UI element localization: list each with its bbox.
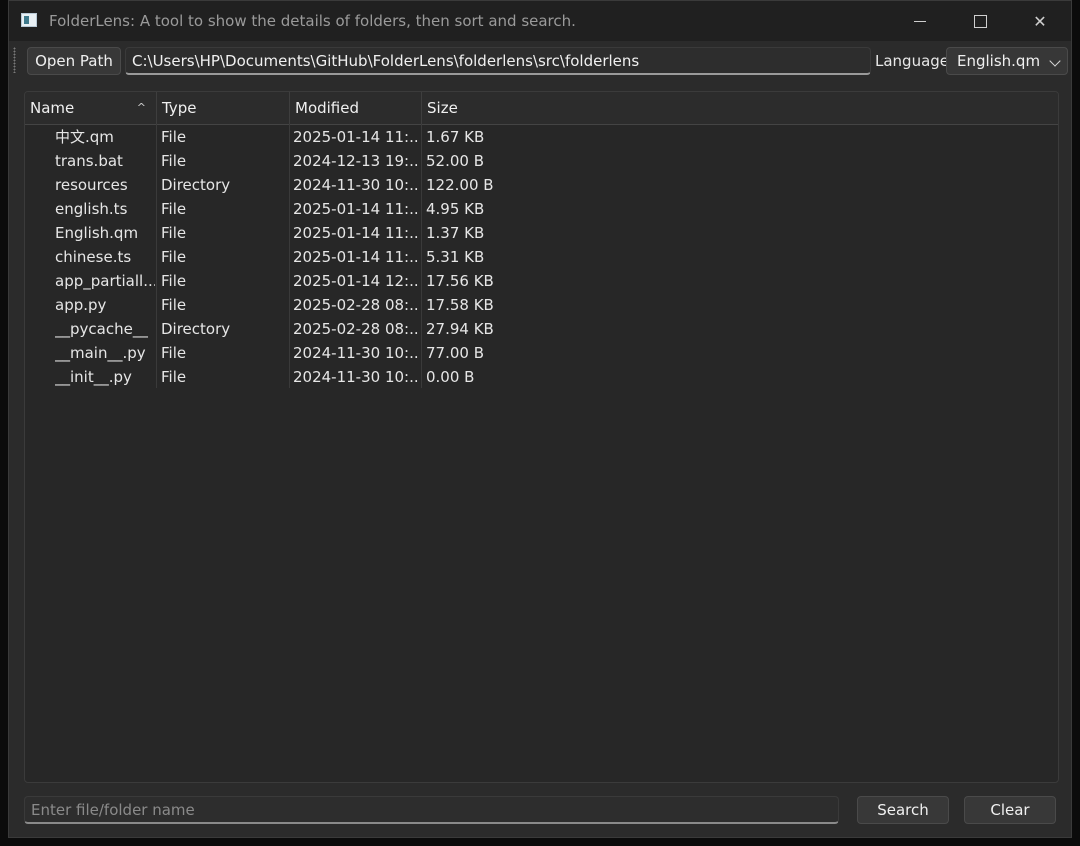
cell-size: 17.56 KB: [426, 272, 494, 290]
minimize-icon: [914, 20, 926, 22]
clear-button[interactable]: Clear: [964, 796, 1056, 824]
app-window: FolderLens: A tool to show the details o…: [8, 0, 1072, 838]
cell-size: 4.95 KB: [426, 200, 485, 218]
window-title: FolderLens: A tool to show the details o…: [49, 12, 576, 30]
cell-name: app.py: [55, 296, 107, 314]
toolbar-grip-handle[interactable]: [13, 47, 16, 73]
cell-name: 中文.qm: [55, 128, 114, 146]
cell-name: __main__.py: [55, 344, 146, 362]
table-header: Name ^ Type Modified Size: [25, 92, 1058, 125]
cell-size: 27.94 KB: [426, 320, 494, 338]
cell-size: 52.00 B: [426, 152, 485, 170]
table-row[interactable]: __pycache__ Directory 2025-02-28 08:... 27.…: [25, 317, 1058, 341]
cell-type: File: [161, 272, 187, 290]
column-header-modified[interactable]: Modified: [290, 92, 422, 124]
table-row[interactable]: __main__.py File 2024-11-30 10:... 77.00 B: [25, 341, 1058, 365]
table-row[interactable]: __init__.py File 2024-11-30 10:... 0.00 B: [25, 365, 1058, 389]
cell-type: File: [161, 152, 187, 170]
language-selected-value: English.qm: [957, 52, 1041, 70]
cell-name: trans.bat: [55, 152, 123, 170]
open-path-button[interactable]: Open Path: [27, 47, 121, 75]
cell-modified: 2024-12-13 19:...: [293, 152, 419, 170]
close-button[interactable]: ✕: [1009, 1, 1071, 41]
table-row[interactable]: resources Directory 2024-11-30 10:... 122.0…: [25, 173, 1058, 197]
cell-modified: 2025-01-14 11:...: [293, 128, 419, 146]
cell-modified: 2025-02-28 08:...: [293, 320, 419, 338]
cell-type: File: [161, 248, 187, 266]
cell-size: 5.31 KB: [426, 248, 485, 266]
search-input[interactable]: [24, 796, 839, 824]
cell-name: __pycache__: [55, 320, 148, 338]
table-row[interactable]: app.py File 2025-02-28 08:... 17.58 KB: [25, 293, 1058, 317]
cell-type: File: [161, 368, 187, 386]
cell-name: English.qm: [55, 224, 139, 242]
table-row[interactable]: trans.bat File 2024-12-13 19:... 52.00 B: [25, 149, 1058, 173]
title-bar: FolderLens: A tool to show the details o…: [9, 1, 1071, 41]
cell-type: File: [161, 296, 187, 314]
cell-type: File: [161, 344, 187, 362]
close-icon: ✕: [1033, 11, 1047, 31]
cell-modified: 2025-02-28 08:...: [293, 296, 419, 314]
cell-type: Directory: [161, 176, 231, 194]
table-row[interactable]: chinese.ts File 2025-01-14 11:... 5.31 KB: [25, 245, 1058, 269]
file-table: Name ^ Type Modified Size 中文.qm File 2025-…: [24, 91, 1059, 783]
cell-modified: 2025-01-14 12:...: [293, 272, 419, 290]
cell-type: File: [161, 224, 187, 242]
cell-size: 122.00 B: [426, 176, 494, 194]
path-input[interactable]: [125, 47, 871, 75]
table-row[interactable]: 中文.qm File 2025-01-14 11:... 1.67 KB: [25, 125, 1058, 149]
table-row[interactable]: English.qm File 2025-01-14 11:... 1.37 KB: [25, 221, 1058, 245]
maximize-icon: [973, 14, 987, 28]
cell-size: 0.00 B: [426, 368, 475, 386]
cell-size: 1.67 KB: [426, 128, 485, 146]
maximize-button[interactable]: [949, 1, 1011, 41]
cell-size: 17.58 KB: [426, 296, 494, 314]
cell-type: Directory: [161, 320, 231, 338]
language-label: Language: [875, 52, 950, 70]
cell-modified: 2024-11-30 10:...: [293, 344, 419, 362]
search-button[interactable]: Search: [857, 796, 949, 824]
cell-modified: 2025-01-14 11:...: [293, 224, 419, 242]
cell-modified: 2024-11-30 10:...: [293, 368, 419, 386]
table-row[interactable]: app_partiall... File 2025-01-14 12:... 17.5…: [25, 269, 1058, 293]
cell-type: File: [161, 128, 187, 146]
language-select[interactable]: English.qm: [946, 47, 1068, 75]
sort-ascending-icon: ^: [136, 101, 146, 114]
app-icon: [21, 13, 37, 27]
cell-name: chinese.ts: [55, 248, 132, 266]
cell-modified: 2025-01-14 11:...: [293, 200, 419, 218]
column-header-name[interactable]: Name ^: [25, 92, 157, 124]
cell-modified: 2025-01-14 11:...: [293, 248, 419, 266]
cell-modified: 2024-11-30 10:...: [293, 176, 419, 194]
cell-name: resources: [55, 176, 128, 194]
cell-name: app_partiall...: [55, 272, 155, 290]
column-header-type[interactable]: Type: [157, 92, 290, 124]
table-row[interactable]: english.ts File 2025-01-14 11:... 4.95 KB: [25, 197, 1058, 221]
cell-type: File: [161, 200, 187, 218]
cell-size: 77.00 B: [426, 344, 485, 362]
chevron-down-icon: [1049, 55, 1061, 67]
minimize-button[interactable]: [889, 1, 951, 41]
cell-name: __init__.py: [55, 368, 132, 386]
cell-size: 1.37 KB: [426, 224, 485, 242]
cell-name: english.ts: [55, 200, 128, 218]
column-header-size[interactable]: Size: [422, 92, 1058, 124]
